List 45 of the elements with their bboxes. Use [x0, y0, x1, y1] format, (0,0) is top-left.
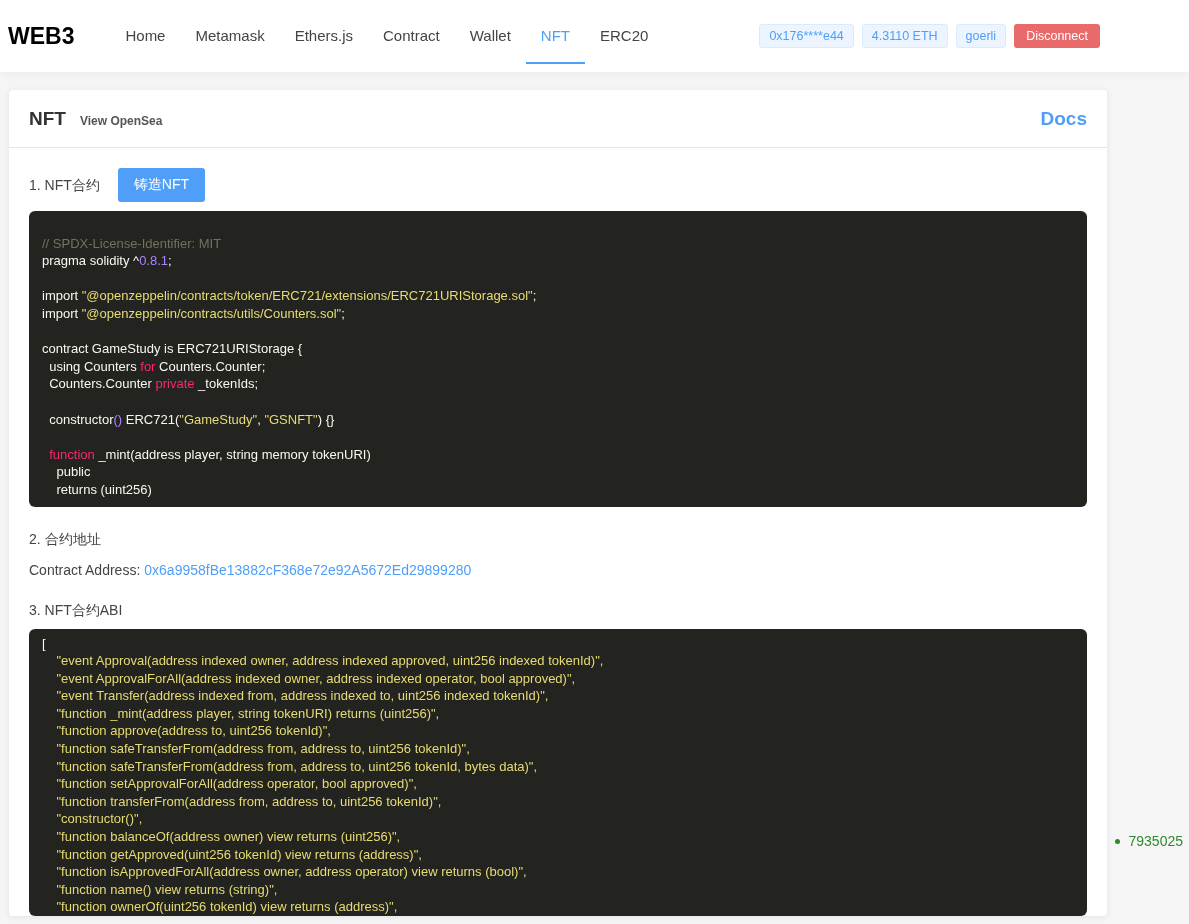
- code-line: function _mint(address player, string memory tokenURI): [48, 445, 372, 464]
- code-line: public: [55, 463, 92, 481]
- block-number: 7935025: [1128, 833, 1183, 849]
- code-line: Counters.Counter private _tokenIds;: [48, 375, 260, 393]
- nav-tab[interactable]: Home: [110, 8, 181, 64]
- code-line: "function safeTransferFrom(address from, address to, uint256 tokenId)",: [55, 740, 471, 758]
- network-tag: goerli: [955, 24, 1007, 48]
- code-line: "function balanceOf(address owner) view returns (uint256)",: [55, 828, 402, 846]
- code-line: constructor() ERC721("GameStudy", "GSNFT") {}: [48, 410, 336, 429]
- card-title: NFT: [29, 107, 66, 130]
- code-line: import "@openzeppelin/contracts/token/ERC721/extensions/ERC721URIStorage.sol";: [42, 287, 538, 305]
- code-line: "function _mint(address player, string tokenURI) returns (uint256)",: [55, 704, 441, 723]
- code-line: pragma solidity ^0.8.1;: [42, 252, 173, 270]
- code-line: "function getApproved(uint256 tokenId) view returns (address)",: [55, 845, 423, 864]
- code-line: contract GameStudy is ERC721URIStorage {: [42, 340, 304, 358]
- code-line: [: [42, 634, 47, 653]
- code-line: "event Approval(address indexed owner, address indexed approved, uint256 indexed tokenId)",: [55, 652, 605, 670]
- address-tag: 0x176****e44: [759, 24, 854, 48]
- nav-tab[interactable]: Wallet: [454, 8, 526, 64]
- code-line: "function transferFrom(address from, address to, uint256 tokenId)",: [55, 792, 443, 811]
- code-line: "function setApprovalForAll(address operator, bool approved)",: [55, 775, 418, 793]
- code-line: // SPDX-License-Identifier: MIT: [42, 234, 223, 253]
- status-dot-icon: [1115, 838, 1121, 844]
- code-line: "event Transfer(address indexed from, address indexed to, uint256 indexed tokenId)",: [55, 687, 550, 705]
- code-line: "function isApprovedForAll(address owner, address operator) view returns (bool)",: [55, 863, 528, 881]
- code-line: "function name() view returns (string)",: [55, 880, 279, 899]
- code-line: returns (uint256): [55, 480, 153, 499]
- nav-tab[interactable]: Metamask: [180, 8, 280, 64]
- brand-logo: WEB3: [8, 22, 75, 50]
- balance-tag: 4.3110 ETH: [861, 24, 948, 48]
- code-line: "function approve(address to, uint256 tokenId)",: [55, 722, 332, 741]
- address-label: Contract Address:: [29, 561, 141, 578]
- code-line: "function ownerOf(uint256 tokenId) view returns (address)",: [55, 898, 399, 916]
- code-line: "function safeTransferFrom(address from, address to, uint256 tokenId, bytes data)",: [55, 757, 539, 776]
- code-line: using Counters for Counters.Counter;: [48, 357, 267, 376]
- nav-tab[interactable]: Contract: [368, 8, 455, 64]
- section-label: 2. 合约地址: [29, 529, 102, 549]
- section-label: 1. NFT合约: [29, 176, 100, 195]
- nav-tab[interactable]: Ethers.js: [279, 8, 368, 64]
- section-label: 3. NFT合约ABI: [29, 600, 124, 620]
- code-line: "constructor()",: [55, 810, 144, 829]
- opensea-link[interactable]: View OpenSea: [79, 113, 163, 128]
- code-line: import "@openzeppelin/contracts/utils/Counters.sol";: [42, 304, 346, 323]
- code-line: "event ApprovalForAll(address indexed owner, address indexed operator, bool approved)",: [55, 669, 577, 688]
- nav-tab[interactable]: ERC20: [585, 8, 664, 64]
